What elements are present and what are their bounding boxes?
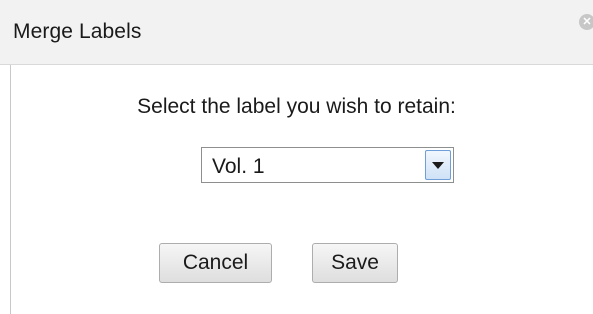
close-icon[interactable]: ✕ (579, 14, 593, 30)
save-button[interactable]: Save (312, 243, 398, 283)
dropdown-button[interactable] (425, 150, 451, 180)
cancel-button[interactable]: Cancel (159, 243, 272, 283)
label-select-value: Vol. 1 (212, 155, 265, 178)
merge-labels-dialog: Merge Labels ✕ Select the label you wish… (0, 0, 593, 314)
prompt-text: Select the label you wish to retain: (137, 95, 456, 118)
chevron-down-icon (432, 162, 444, 169)
label-select[interactable]: Vol. 1 (201, 147, 454, 183)
dialog-titlebar: Merge Labels ✕ (0, 0, 593, 65)
dialog-title: Merge Labels (13, 20, 142, 43)
